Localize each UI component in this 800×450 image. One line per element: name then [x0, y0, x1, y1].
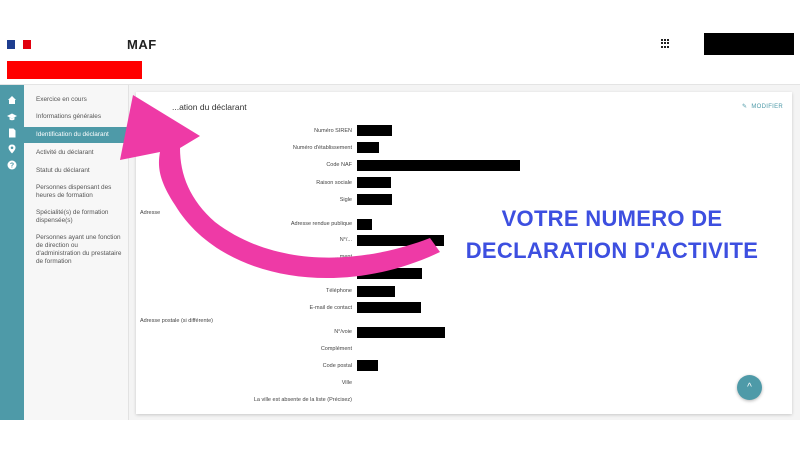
redacted-telephone-value: [357, 286, 395, 297]
field-label-email: E-mail de contact: [309, 305, 353, 311]
field-label-ville-code-postal: ...ou Code Postal: [309, 271, 352, 277]
redacted-postal-voie-value: [357, 327, 445, 338]
graduation-cap-icon[interactable]: [7, 112, 17, 122]
sidebar-item-label: Personnes dispensant des heures de forma…: [36, 184, 112, 199]
sidebar-nav: Exercice en cours Informations générales…: [24, 85, 129, 420]
redacted-sigle-value: [357, 194, 392, 205]
annotation-line-1: VOTRE NUMERO DE: [501, 206, 723, 231]
location-pin-icon[interactable]: [7, 144, 17, 154]
modify-button[interactable]: ✎ MODIFIER: [742, 103, 783, 110]
modify-label: MODIFIER: [751, 104, 784, 110]
field-label-postal-complement: Complément: [320, 346, 352, 352]
help-icon[interactable]: ?: [7, 160, 17, 170]
svg-text:?: ?: [10, 163, 14, 170]
field-label-raison-sociale: Raison sociale: [316, 180, 352, 186]
chevron-up-icon: ^: [747, 382, 752, 393]
sidebar-item-label: Spécialité(s) de formation dispensée(s): [36, 209, 109, 224]
redacted-banner: [7, 61, 142, 79]
sidebar-item-identification[interactable]: Identification du déclarant: [24, 127, 128, 143]
sidebar-item-statut[interactable]: Statut du déclarant: [24, 167, 128, 175]
pencil-icon: ✎: [742, 104, 748, 110]
card-title: ...ation du déclarant: [172, 102, 247, 112]
annotation-line-2: DECLARATION D'ACTIVITE: [465, 238, 759, 263]
sidebar-item-specialites[interactable]: Spécialité(s) de formation dispensée(s): [24, 209, 128, 225]
redacted-siren-value: [357, 125, 392, 136]
sidebar-item-label: Identification du déclarant: [36, 131, 109, 138]
document-icon[interactable]: [7, 128, 17, 138]
sidebar-item-label: Statut du déclarant: [36, 167, 90, 174]
sidebar-item-personnes-formation[interactable]: Personnes dispensant des heures de forma…: [24, 184, 128, 200]
redacted-email-value: [357, 302, 421, 313]
sidebar-item-label: Informations générales: [36, 113, 102, 120]
field-label-postal-ville: Ville: [341, 380, 352, 386]
field-label-complement: ...ment: [335, 254, 352, 260]
home-icon[interactable]: [7, 95, 17, 105]
section-label-adresse-postale: Adresse postale (si différente): [140, 318, 213, 324]
sidebar-item-informations[interactable]: Informations générales: [24, 113, 128, 121]
icon-rail: ?: [0, 85, 24, 420]
scroll-top-button[interactable]: ^: [737, 375, 762, 400]
redacted-postal-code-value: [357, 360, 378, 371]
redacted-user-menu[interactable]: [704, 33, 794, 55]
sidebar-item-activite[interactable]: Activité du déclarant: [24, 149, 128, 157]
redacted-code-postal-value: [357, 268, 422, 279]
sidebar-item-label: Exercice en cours: [36, 96, 87, 103]
field-label-siren: Numéro SIREN: [314, 128, 352, 134]
field-label-postal-code: Code postal: [322, 363, 352, 369]
card-title-accent: [136, 102, 139, 114]
top-header: [0, 0, 800, 60]
field-label-ville-absente: La ville est absente de la liste (Précis…: [253, 397, 352, 403]
sidebar-item-exercice[interactable]: Exercice en cours: [24, 96, 128, 104]
redacted-naf-value: [357, 160, 520, 171]
sidebar-item-label: Activité du déclarant: [36, 149, 94, 156]
section-label-adresse: Adresse: [140, 210, 161, 216]
field-label-naf: Code NAF: [326, 162, 352, 168]
field-label-adresse-publique: Adresse rendue publique: [290, 221, 352, 227]
field-label-telephone: Téléphone: [326, 288, 352, 294]
grid-icon[interactable]: [661, 39, 670, 48]
field-label-postal-voie: N°/voie: [334, 329, 352, 335]
redacted-adresse-publique-value: [357, 219, 372, 230]
republic-flag-logo: [7, 40, 31, 49]
field-label-sigle: Sigle: [339, 197, 352, 203]
redacted-etablissement-value: [357, 142, 379, 153]
field-label-numero-voie: N°/...: [339, 237, 352, 243]
app-title: MAF: [127, 37, 157, 52]
sidebar-item-direction[interactable]: Personnes ayant une fonction de directio…: [24, 234, 128, 266]
field-label-etablissement: Numéro d'établissement: [292, 145, 352, 151]
sidebar-item-label: Personnes ayant une fonction de directio…: [36, 234, 122, 265]
redacted-voie-value: [357, 235, 444, 246]
redacted-raison-sociale-value: [357, 177, 391, 188]
